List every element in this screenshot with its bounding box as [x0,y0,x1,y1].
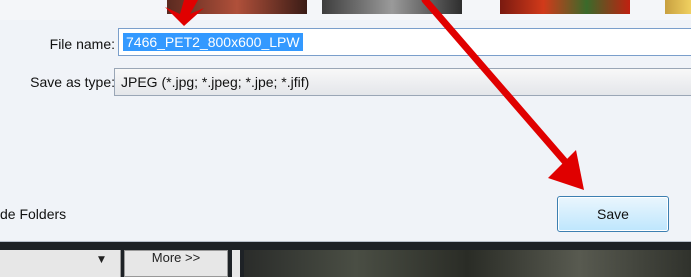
chevron-down-icon: ▼ [98,255,105,265]
file-name-label: File name: [49,36,115,52]
photo-preview [244,250,691,277]
bottom-toolbar: ▼ More >> [0,242,691,277]
view-dropdown[interactable]: ▼ [0,250,121,277]
file-name-value: 7466_PET2_800x600_LPW [123,33,303,51]
save-button[interactable]: Save [557,196,669,232]
save-as-type-select[interactable]: JPEG (*.jpg; *.jpeg; *.jpe; *.jfif) [114,68,691,96]
more-button[interactable]: More >> [124,250,228,277]
save-dialog: File name: 7466_PET2_800x600_LPW Save as… [0,20,691,242]
thumbnail-strip [0,0,691,20]
thumbnail-image[interactable] [167,0,307,14]
save-as-type-label: Save as type: [30,74,115,90]
thumbnail-image[interactable] [665,0,691,14]
thumbnail-image[interactable] [500,0,630,14]
toolbar-divider [232,250,240,277]
save-as-type-value: JPEG (*.jpg; *.jpeg; *.jpe; *.jfif) [121,74,310,90]
thumbnail-image[interactable] [322,0,462,14]
file-name-input[interactable]: 7466_PET2_800x600_LPW [118,28,691,56]
hide-folders-toggle[interactable]: de Folders [0,206,66,222]
